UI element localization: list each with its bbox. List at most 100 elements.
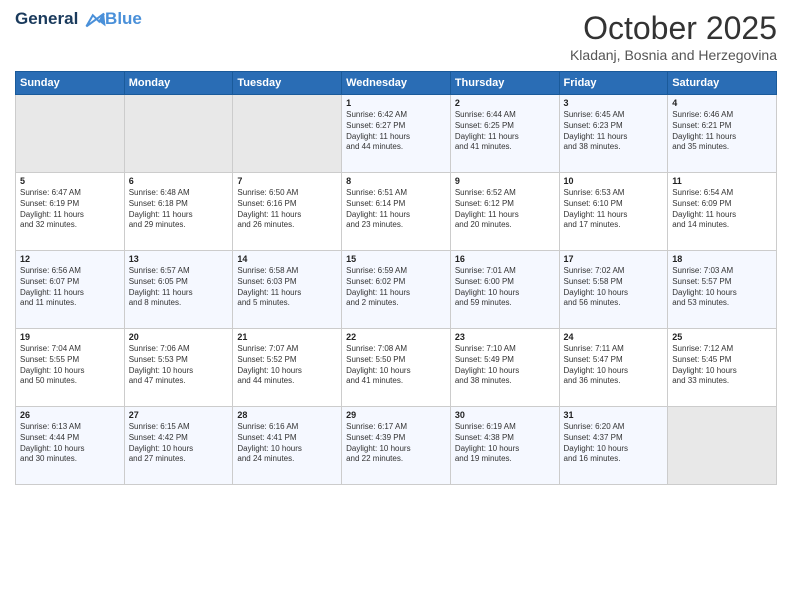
table-row: 10 Sunrise: 6:53 AM Sunset: 6:10 PM Dayli…	[559, 173, 668, 251]
day-content: Sunrise: 6:47 AM Sunset: 6:19 PM Dayligh…	[20, 188, 120, 231]
table-row: 7Sunrise: 6:50 AM Sunset: 6:16 PM Daylig…	[233, 173, 342, 251]
day-content: Sunrise: 6:15 AM Sunset: 4:42 PM Dayligh…	[129, 422, 229, 465]
logo-text-blue: Blue	[105, 9, 142, 28]
day-content: Sunrise: 7:07 AM Sunset: 5:52 PM Dayligh…	[237, 344, 337, 387]
table-row: 14 Sunrise: 6:58 AM Sunset: 6:03 PM Dayli…	[233, 251, 342, 329]
calendar-week-row: 12Sunrise: 6:56 AM Sunset: 6:07 PM Dayli…	[16, 251, 777, 329]
day-number: 31	[564, 410, 664, 420]
day-number: 20	[129, 332, 229, 342]
day-number: 10	[564, 176, 664, 186]
day-content: Sunrise: 7:04 AM Sunset: 5:55 PM Dayligh…	[20, 344, 120, 387]
day-number: 5	[20, 176, 120, 186]
day-content: Sunrise: 6:44 AM Sunset: 6:25 PM Dayligh…	[455, 110, 555, 153]
day-number: 11	[672, 176, 772, 186]
location: Kladanj, Bosnia and Herzegovina	[570, 47, 777, 63]
day-content: Sunrise: 7:06 AM Sunset: 5:53 PM Dayligh…	[129, 344, 229, 387]
day-content: Sunrise: 7:01 AM Sunset: 6:00 PM Dayligh…	[455, 266, 555, 309]
table-row: 12Sunrise: 6:56 AM Sunset: 6:07 PM Dayli…	[16, 251, 125, 329]
page-header: General Blue October 2025 Kladanj, Bosni…	[15, 10, 777, 63]
table-row: 11Sunrise: 6:54 AM Sunset: 6:09 PM Dayli…	[668, 173, 777, 251]
table-row: 31 Sunrise: 6:20 AM Sunset: 4:37 PM Dayli…	[559, 407, 668, 485]
day-number: 6	[129, 176, 229, 186]
table-row: 3 Sunrise: 6:45 AM Sunset: 6:23 PM Daylig…	[559, 95, 668, 173]
table-row: 26 Sunrise: 6:13 AM Sunset: 4:44 PM Dayli…	[16, 407, 125, 485]
day-number: 23	[455, 332, 555, 342]
table-row: 20 Sunrise: 7:06 AM Sunset: 5:53 PM Dayli…	[124, 329, 233, 407]
header-saturday: Saturday	[668, 72, 777, 95]
month-title: October 2025	[570, 10, 777, 47]
day-number: 30	[455, 410, 555, 420]
table-row: 24Sunrise: 7:11 AM Sunset: 5:47 PM Dayli…	[559, 329, 668, 407]
day-number: 26	[20, 410, 120, 420]
day-content: Sunrise: 6:46 AM Sunset: 6:21 PM Dayligh…	[672, 110, 772, 153]
day-content: Sunrise: 6:58 AM Sunset: 6:03 PM Dayligh…	[237, 266, 337, 309]
table-row: 28 Sunrise: 6:16 AM Sunset: 4:41 PM Dayli…	[233, 407, 342, 485]
logo: General Blue	[15, 10, 142, 29]
table-row: 27 Sunrise: 6:15 AM Sunset: 4:42 PM Dayli…	[124, 407, 233, 485]
day-content: Sunrise: 6:13 AM Sunset: 4:44 PM Dayligh…	[20, 422, 120, 465]
table-row: 13 Sunrise: 6:57 AM Sunset: 6:05 PM Dayli…	[124, 251, 233, 329]
day-number: 2	[455, 98, 555, 108]
header-wednesday: Wednesday	[342, 72, 451, 95]
calendar-week-row: 5 Sunrise: 6:47 AM Sunset: 6:19 PM Daylig…	[16, 173, 777, 251]
table-row	[668, 407, 777, 485]
day-content: Sunrise: 6:59 AM Sunset: 6:02 PM Dayligh…	[346, 266, 446, 309]
day-number: 8	[346, 176, 446, 186]
calendar-week-row: 1Sunrise: 6:42 AM Sunset: 6:27 PM Daylig…	[16, 95, 777, 173]
day-content: Sunrise: 6:19 AM Sunset: 4:38 PM Dayligh…	[455, 422, 555, 465]
day-number: 19	[20, 332, 120, 342]
day-number: 28	[237, 410, 337, 420]
table-row: 5 Sunrise: 6:47 AM Sunset: 6:19 PM Daylig…	[16, 173, 125, 251]
day-content: Sunrise: 6:42 AM Sunset: 6:27 PM Dayligh…	[346, 110, 446, 153]
header-sunday: Sunday	[16, 72, 125, 95]
header-monday: Monday	[124, 72, 233, 95]
day-content: Sunrise: 7:12 AM Sunset: 5:45 PM Dayligh…	[672, 344, 772, 387]
logo-text-general: General	[15, 9, 78, 28]
table-row: 2 Sunrise: 6:44 AM Sunset: 6:25 PM Daylig…	[450, 95, 559, 173]
table-row: 23 Sunrise: 7:10 AM Sunset: 5:49 PM Dayli…	[450, 329, 559, 407]
calendar-header-row: Sunday Monday Tuesday Wednesday Thursday…	[16, 72, 777, 95]
header-friday: Friday	[559, 72, 668, 95]
logo-icon	[85, 12, 107, 28]
day-number: 27	[129, 410, 229, 420]
table-row: 25Sunrise: 7:12 AM Sunset: 5:45 PM Dayli…	[668, 329, 777, 407]
day-number: 9	[455, 176, 555, 186]
day-content: Sunrise: 7:10 AM Sunset: 5:49 PM Dayligh…	[455, 344, 555, 387]
day-content: Sunrise: 6:16 AM Sunset: 4:41 PM Dayligh…	[237, 422, 337, 465]
table-row: 22Sunrise: 7:08 AM Sunset: 5:50 PM Dayli…	[342, 329, 451, 407]
day-number: 3	[564, 98, 664, 108]
day-content: Sunrise: 6:17 AM Sunset: 4:39 PM Dayligh…	[346, 422, 446, 465]
table-row: 29Sunrise: 6:17 AM Sunset: 4:39 PM Dayli…	[342, 407, 451, 485]
day-content: Sunrise: 7:08 AM Sunset: 5:50 PM Dayligh…	[346, 344, 446, 387]
header-tuesday: Tuesday	[233, 72, 342, 95]
table-row	[16, 95, 125, 173]
header-thursday: Thursday	[450, 72, 559, 95]
day-number: 21	[237, 332, 337, 342]
calendar-week-row: 26 Sunrise: 6:13 AM Sunset: 4:44 PM Dayli…	[16, 407, 777, 485]
day-content: Sunrise: 6:45 AM Sunset: 6:23 PM Dayligh…	[564, 110, 664, 153]
day-content: Sunrise: 7:11 AM Sunset: 5:47 PM Dayligh…	[564, 344, 664, 387]
day-number: 15	[346, 254, 446, 264]
day-content: Sunrise: 6:51 AM Sunset: 6:14 PM Dayligh…	[346, 188, 446, 231]
table-row: 30 Sunrise: 6:19 AM Sunset: 4:38 PM Dayli…	[450, 407, 559, 485]
table-row: 18 Sunrise: 7:03 AM Sunset: 5:57 PM Dayli…	[668, 251, 777, 329]
table-row: 6 Sunrise: 6:48 AM Sunset: 6:18 PM Daylig…	[124, 173, 233, 251]
day-number: 14	[237, 254, 337, 264]
day-number: 17	[564, 254, 664, 264]
table-row: 17 Sunrise: 7:02 AM Sunset: 5:58 PM Dayli…	[559, 251, 668, 329]
day-content: Sunrise: 7:03 AM Sunset: 5:57 PM Dayligh…	[672, 266, 772, 309]
table-row: 4Sunrise: 6:46 AM Sunset: 6:21 PM Daylig…	[668, 95, 777, 173]
day-content: Sunrise: 6:57 AM Sunset: 6:05 PM Dayligh…	[129, 266, 229, 309]
day-content: Sunrise: 6:53 AM Sunset: 6:10 PM Dayligh…	[564, 188, 664, 231]
day-number: 18	[672, 254, 772, 264]
day-content: Sunrise: 6:50 AM Sunset: 6:16 PM Dayligh…	[237, 188, 337, 231]
day-content: Sunrise: 6:48 AM Sunset: 6:18 PM Dayligh…	[129, 188, 229, 231]
table-row: 16 Sunrise: 7:01 AM Sunset: 6:00 PM Dayli…	[450, 251, 559, 329]
day-number: 12	[20, 254, 120, 264]
table-row	[233, 95, 342, 173]
table-row: 9Sunrise: 6:52 AM Sunset: 6:12 PM Daylig…	[450, 173, 559, 251]
day-number: 13	[129, 254, 229, 264]
day-number: 16	[455, 254, 555, 264]
day-content: Sunrise: 7:02 AM Sunset: 5:58 PM Dayligh…	[564, 266, 664, 309]
day-content: Sunrise: 6:20 AM Sunset: 4:37 PM Dayligh…	[564, 422, 664, 465]
